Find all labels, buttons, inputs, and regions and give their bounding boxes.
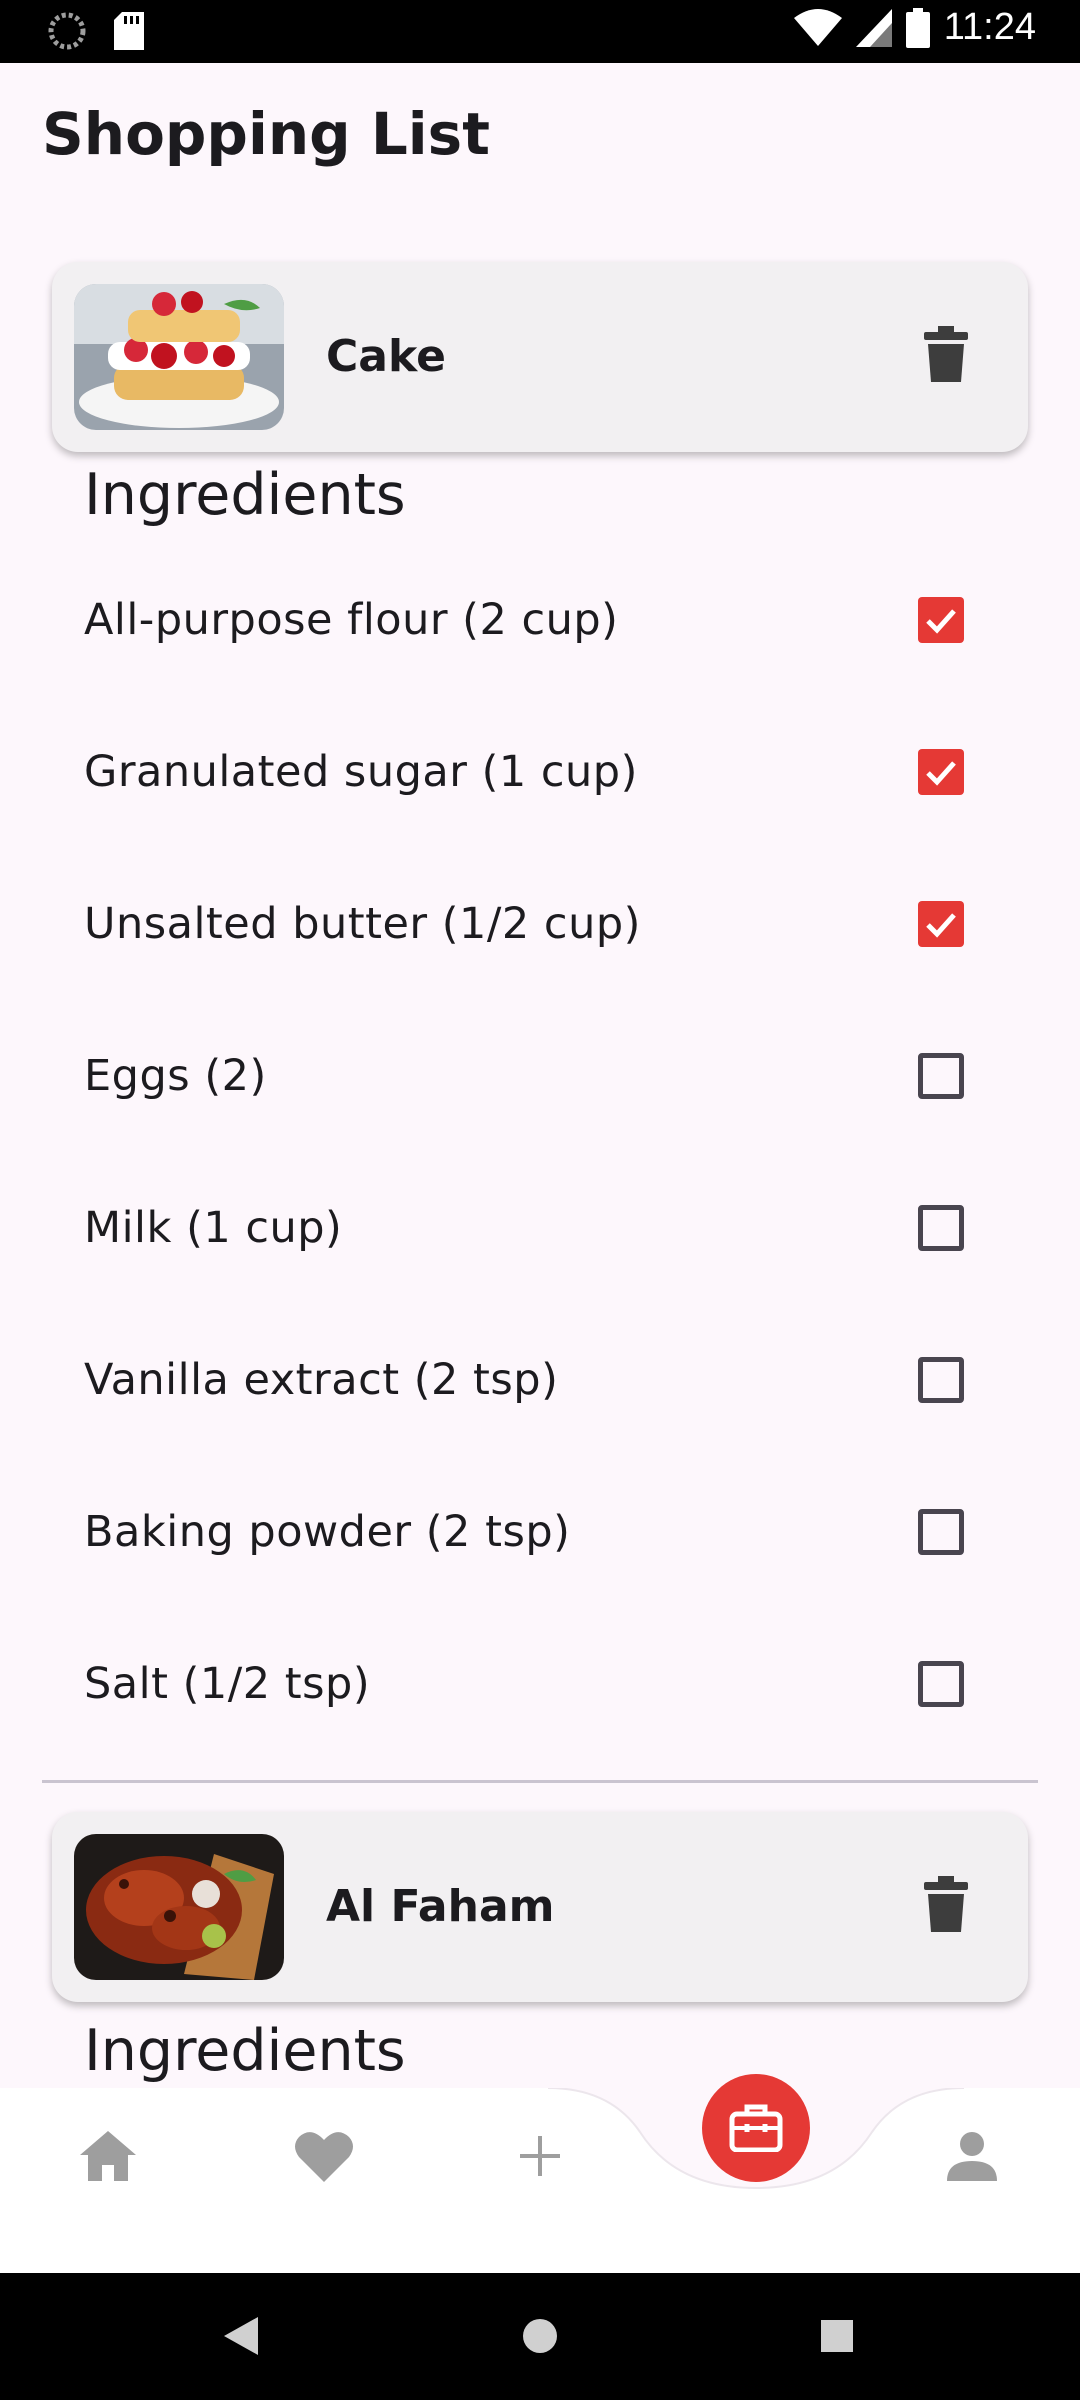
ingredient-checkbox[interactable] <box>918 1357 964 1403</box>
briefcase-icon <box>729 2104 783 2152</box>
home-button-icon[interactable] <box>523 2319 557 2353</box>
heart-icon <box>295 2131 353 2182</box>
ingredient-row[interactable]: Salt (1/2 tsp) <box>84 1608 964 1760</box>
sd-card-icon <box>114 12 144 50</box>
ingredient-checkbox[interactable] <box>918 749 964 795</box>
bottom-navigation <box>0 2088 1080 2273</box>
ingredient-label: Eggs (2) <box>84 1051 267 1101</box>
ingredient-row[interactable]: Milk (1 cup) <box>84 1152 964 1304</box>
signal-icon <box>855 8 892 47</box>
status-bar: 11:24 <box>0 0 1080 63</box>
ingredient-checkbox[interactable] <box>918 1205 964 1251</box>
ingredients-heading: Ingredients <box>84 462 406 528</box>
delete-icon[interactable] <box>924 326 968 382</box>
ingredient-label: Granulated sugar (1 cup) <box>84 747 638 797</box>
home-icon <box>80 2130 136 2181</box>
ingredient-label: Salt (1/2 tsp) <box>84 1659 371 1709</box>
add-icon <box>520 2135 560 2176</box>
check-icon <box>926 913 956 938</box>
ingredient-checkbox[interactable] <box>918 901 964 947</box>
ingredient-label: Vanilla extract (2 tsp) <box>84 1355 559 1405</box>
ingredient-checkbox[interactable] <box>918 1053 964 1099</box>
cake-image <box>74 284 284 430</box>
wifi-icon <box>793 8 842 46</box>
ingredient-row[interactable]: Vanilla extract (2 tsp) <box>84 1304 964 1456</box>
ingredient-row[interactable]: Baking powder (2 tsp) <box>84 1456 964 1608</box>
nav-home[interactable] <box>48 2088 168 2223</box>
recipe-name: Al Faham <box>326 1881 555 1932</box>
recipe-name: Cake <box>326 331 446 382</box>
loading-icon <box>48 12 86 50</box>
recipe-card-cake[interactable]: Cake <box>52 262 1028 452</box>
ingredient-checkbox[interactable] <box>918 1509 964 1555</box>
nav-add[interactable] <box>480 2088 600 2223</box>
recipe-card-al-faham[interactable]: Al Faham <box>52 1812 1028 2002</box>
check-icon <box>926 761 956 786</box>
ingredient-label: Unsalted butter (1/2 cup) <box>84 899 641 949</box>
ingredient-label: Milk (1 cup) <box>84 1203 343 1253</box>
nav-shopping-list-fab[interactable] <box>702 2074 810 2182</box>
clock: 11:24 <box>943 6 1036 48</box>
person-icon <box>947 2131 997 2181</box>
check-icon <box>926 609 956 634</box>
divider <box>42 1780 1038 1783</box>
ingredient-label: Baking powder (2 tsp) <box>84 1507 571 1557</box>
page-title: Shopping List <box>42 100 490 168</box>
ingredient-row[interactable]: Granulated sugar (1 cup) <box>84 696 964 848</box>
ingredient-row[interactable]: All-purpose flour (2 cup) <box>84 544 964 696</box>
ingredient-row[interactable]: Eggs (2) <box>84 1000 964 1152</box>
nav-profile[interactable] <box>912 2088 1032 2223</box>
ingredient-row[interactable]: Unsalted butter (1/2 cup) <box>84 848 964 1000</box>
ingredients-heading: Ingredients <box>84 2018 406 2084</box>
nav-favorites[interactable] <box>264 2088 384 2223</box>
ingredient-label: All-purpose flour (2 cup) <box>84 595 619 645</box>
ingredient-checkbox[interactable] <box>918 597 964 643</box>
battery-icon <box>905 7 930 48</box>
back-icon[interactable] <box>224 2317 258 2355</box>
system-navigation-bar <box>0 2273 1080 2400</box>
ingredient-checkbox[interactable] <box>918 1661 964 1707</box>
recents-icon[interactable] <box>821 2320 853 2352</box>
shopping-list-scroll[interactable]: Cake Ingredients All-purpose flour (2 cu… <box>0 200 1080 2088</box>
delete-icon[interactable] <box>924 1876 968 1932</box>
al-faham-image <box>74 1834 284 1980</box>
